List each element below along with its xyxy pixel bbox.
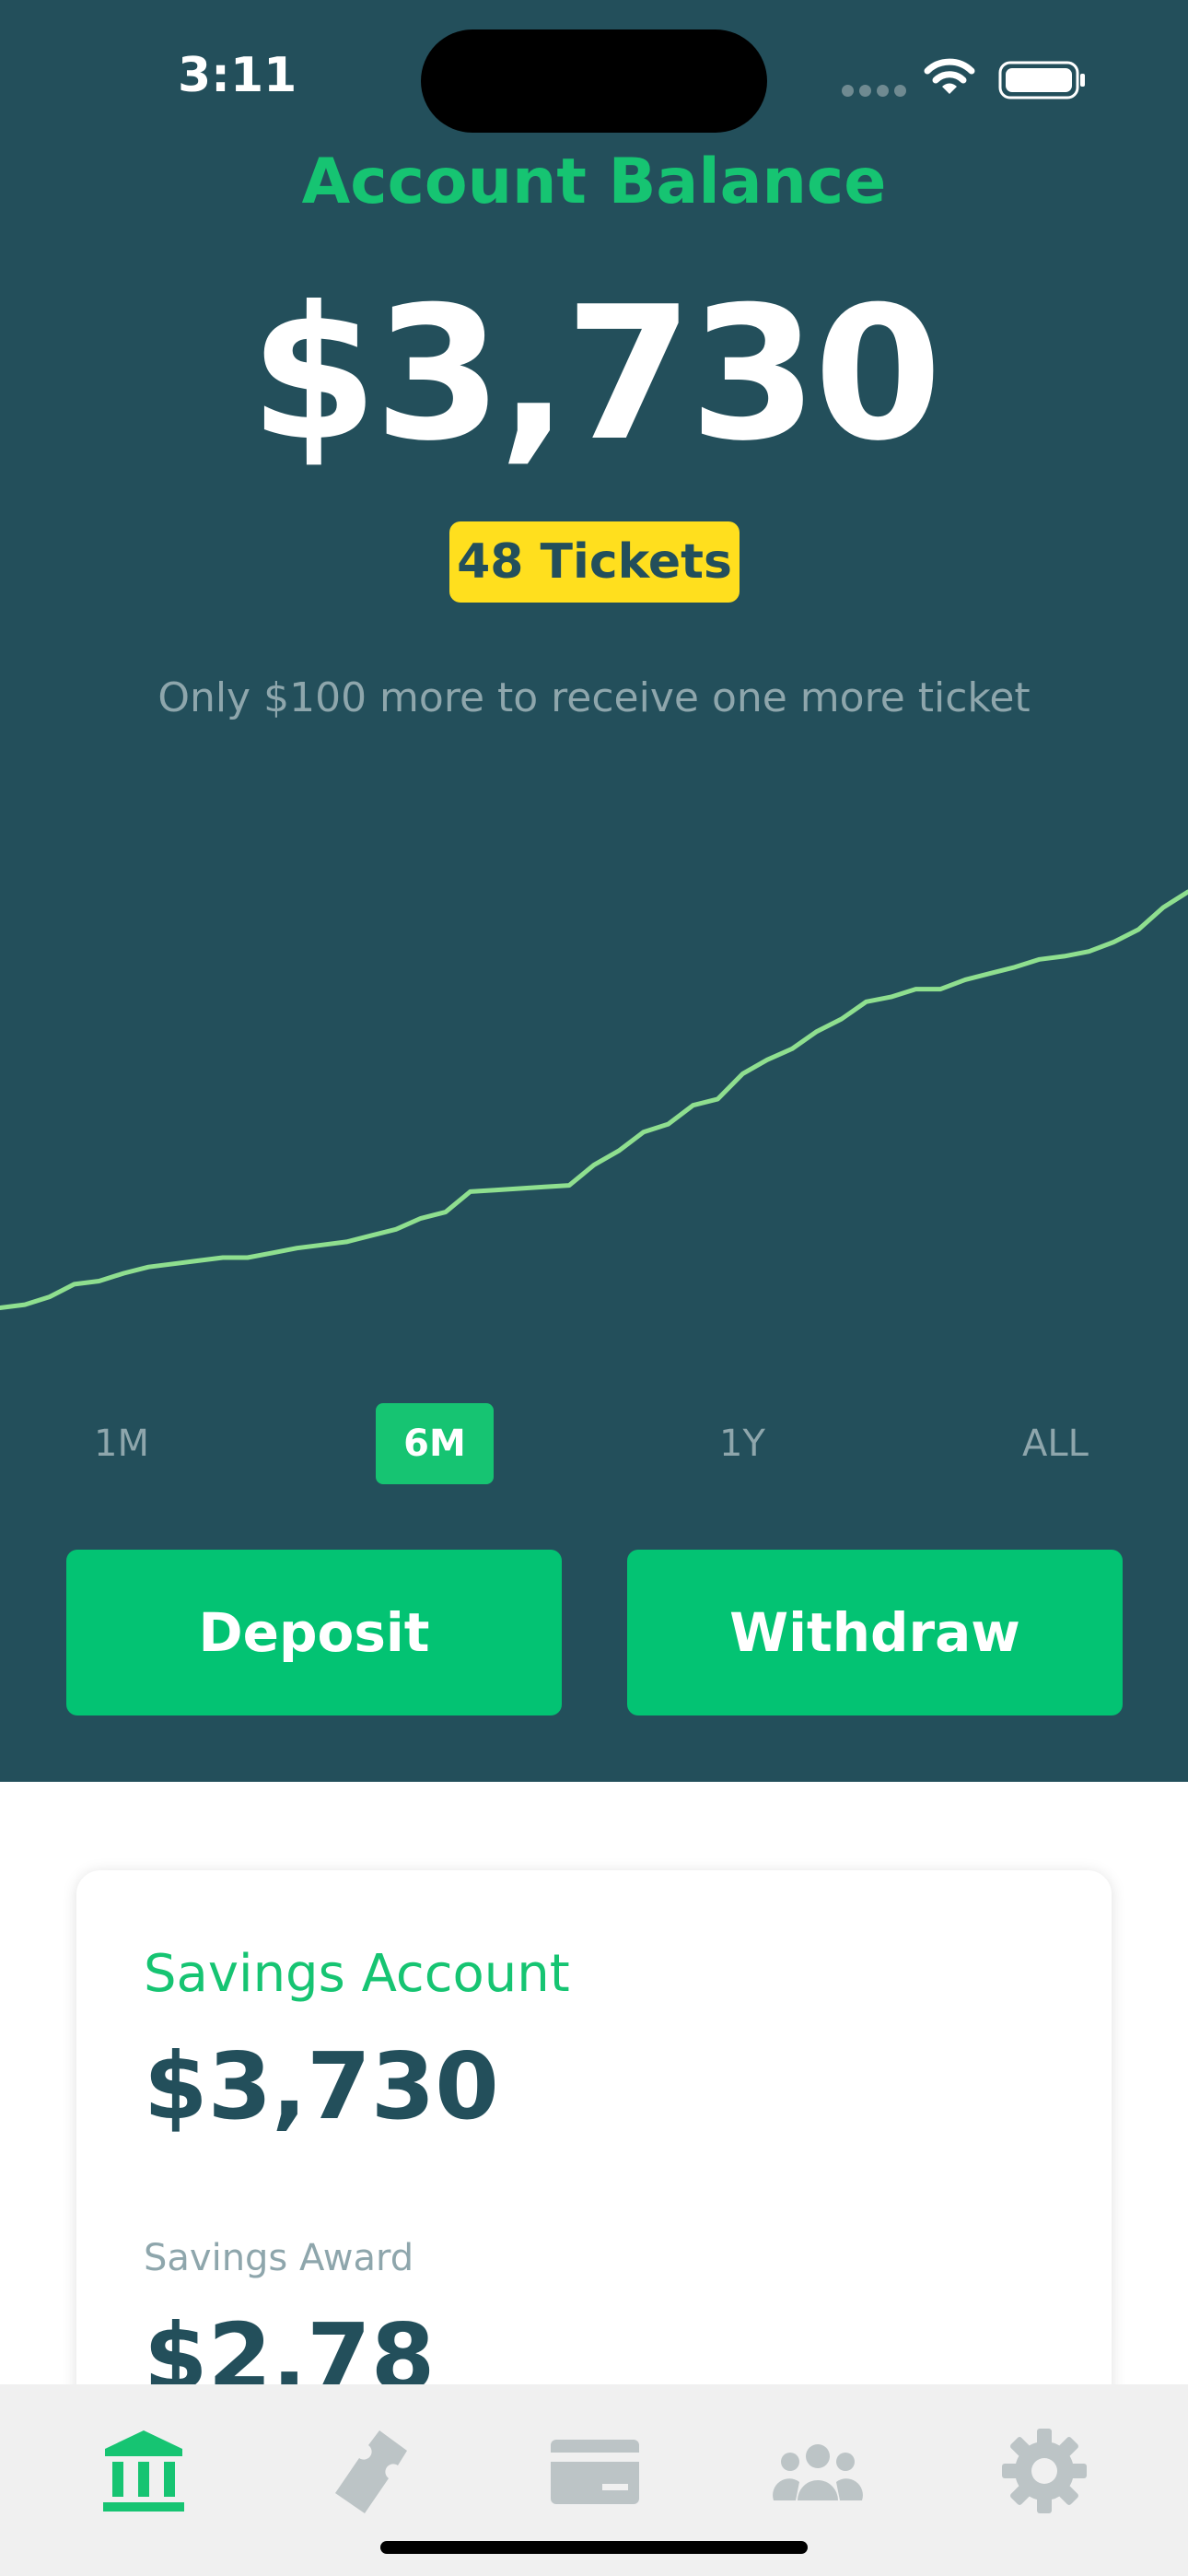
savings-award-label: Savings Award bbox=[144, 2237, 414, 2279]
range-1m[interactable]: 1M bbox=[81, 1403, 162, 1484]
gear-icon[interactable] bbox=[998, 2425, 1090, 2517]
people-icon[interactable] bbox=[772, 2425, 864, 2517]
battery-icon bbox=[998, 61, 1085, 100]
status-time: 3:11 bbox=[178, 48, 297, 103]
deposit-button[interactable]: Deposit bbox=[66, 1550, 562, 1715]
ticket-icon[interactable] bbox=[324, 2425, 416, 2517]
account-balance: $3,730 bbox=[250, 267, 942, 482]
range-1y[interactable]: 1Y bbox=[705, 1403, 779, 1484]
dynamic-island bbox=[421, 29, 767, 133]
tickets-badge: 48 Tickets bbox=[449, 521, 740, 603]
range-6m[interactable]: 6M bbox=[376, 1403, 494, 1484]
signal-icon bbox=[842, 83, 912, 100]
withdraw-button[interactable]: Withdraw bbox=[627, 1550, 1123, 1715]
balance-chart bbox=[0, 889, 1188, 1310]
wifi-icon bbox=[924, 58, 975, 94]
header-panel: 3:11 Account Balance $3,730 48 Tickets O… bbox=[0, 0, 1188, 1782]
page-title: Account Balance bbox=[301, 146, 887, 218]
bank-icon[interactable] bbox=[98, 2425, 190, 2517]
home-indicator bbox=[380, 2541, 808, 2554]
range-all[interactable]: ALL bbox=[1013, 1403, 1098, 1484]
balance-line bbox=[0, 889, 1188, 1310]
ticket-hint: Only $100 more to receive one more ticke… bbox=[157, 674, 1031, 721]
card-icon[interactable] bbox=[549, 2425, 641, 2517]
savings-account-title: Savings Account bbox=[144, 1944, 570, 2004]
savings-balance: $3,730 bbox=[144, 2032, 499, 2140]
